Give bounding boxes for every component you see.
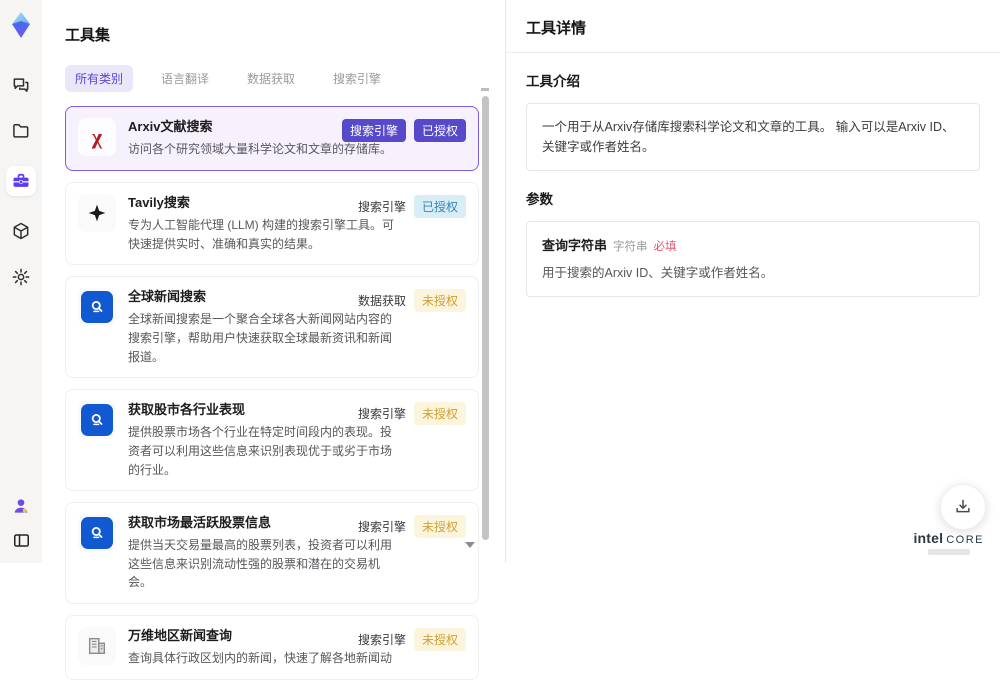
chat-icon[interactable]: [10, 74, 32, 96]
tool-row[interactable]: χ Arxiv文献搜索 访问各个研究领域大量科学论文和文章的存储库。 搜索引擎 …: [65, 106, 479, 171]
intro-heading: 工具介绍: [526, 70, 980, 90]
tool-category-badge: 搜索引擎: [342, 119, 406, 142]
param-required-flag: 必填: [654, 241, 677, 253]
tool-auth-badge: 已授权: [414, 195, 466, 218]
tool-icon: [78, 194, 116, 232]
param-name: 查询字符串: [542, 238, 607, 253]
tool-auth-badge: 已授权: [414, 119, 466, 142]
user-avatar-icon[interactable]: [10, 495, 32, 517]
toolbox-icon[interactable]: [6, 166, 36, 196]
tool-detail-panel: 工具详情 工具介绍 一个用于从Arxiv存储库搜索科学论文和文章的工具。 输入可…: [505, 0, 1000, 563]
tool-auth-badge: 未授权: [414, 515, 466, 538]
tool-category-badge: 搜索引擎: [358, 405, 406, 422]
param-description: 用于搜索的Arxiv ID、关键字或作者姓名。: [542, 264, 964, 283]
scrollbar-thumb[interactable]: [482, 96, 489, 540]
param-card: 查询字符串字符串必填 用于搜索的Arxiv ID、关键字或作者姓名。: [526, 221, 980, 297]
scroll-down-icon[interactable]: [465, 542, 475, 548]
tab-1[interactable]: 语言翻译: [151, 65, 219, 92]
settings-gear-icon[interactable]: [10, 266, 32, 288]
tab-2[interactable]: 数据获取: [237, 65, 305, 92]
tool-icon: χ: [78, 118, 116, 156]
tool-description: 提供当天交易量最高的股票列表，投资者可以利用这些信息来识别流动性强的股票和潜在的…: [128, 536, 400, 592]
tool-row[interactable]: 获取股市各行业表现 提供股票市场各个行业在特定时间段内的表现。投资者可以利用这些…: [65, 389, 479, 491]
sidebar-rail: [0, 0, 42, 563]
brand-intel: intel: [913, 530, 943, 546]
search-app-icon: [81, 404, 113, 436]
tool-auth-badge: 未授权: [414, 402, 466, 425]
tool-description: 专为人工智能代理 (LLM) 构建的搜索引擎工具。可快速提供实时、准确和真实的结…: [128, 216, 400, 253]
tool-category-badge: 搜索引擎: [358, 631, 406, 648]
detail-title: 工具详情: [506, 0, 1000, 53]
search-app-icon: [81, 291, 113, 323]
tool-description: 提供股票市场各个行业在特定时间段内的表现。投资者可以利用这些信息来识别表现优于或…: [128, 423, 400, 479]
param-type: 字符串: [613, 241, 648, 253]
folder-icon[interactable]: [10, 120, 32, 142]
building-icon: [86, 635, 108, 657]
toolset-panel: 工具集 所有类别语言翻译数据获取搜索引擎 χ Arxiv文献搜索 访问各个研究领…: [42, 0, 505, 563]
tool-description: 访问各个研究领域大量科学论文和文章的存储库。: [128, 140, 400, 159]
tool-icon: [78, 514, 116, 552]
tool-icon: [78, 627, 116, 665]
intro-card: 一个用于从Arxiv存储库搜索科学论文和文章的工具。 输入可以是Arxiv ID…: [526, 103, 980, 171]
tool-icon: [78, 288, 116, 326]
tool-row[interactable]: 万维地区新闻查询 查询具体行政区划内的新闻，快速了解各地新闻动 搜索引擎 未授权: [65, 615, 479, 680]
page-title: 工具集: [65, 24, 505, 45]
app-logo-icon[interactable]: [6, 10, 36, 40]
tool-description: 全球新闻搜索是一个聚合全球各大新闻网站内容的搜索引擎，帮助用户快速获取全球最新资…: [128, 310, 400, 366]
tool-category-badge: 数据获取: [358, 292, 406, 309]
tool-row[interactable]: 获取市场最活跃股票信息 提供当天交易量最高的股票列表，投资者可以利用这些信息来识…: [65, 502, 479, 604]
tool-list: χ Arxiv文献搜索 访问各个研究领域大量科学论文和文章的存储库。 搜索引擎 …: [65, 106, 479, 680]
search-app-icon: [81, 517, 113, 549]
tab-3[interactable]: 搜索引擎: [323, 65, 391, 92]
scrollbar-top: [481, 88, 489, 91]
category-tabs: 所有类别语言翻译数据获取搜索引擎: [65, 65, 505, 92]
brand-core: CORE: [946, 534, 984, 546]
tool-row[interactable]: 全球新闻搜索 全球新闻搜索是一个聚合全球各大新闻网站内容的搜索引擎，帮助用户快速…: [65, 276, 479, 378]
tool-category-badge: 搜索引擎: [358, 198, 406, 215]
tavily-star-icon: [87, 203, 107, 223]
package-icon[interactable]: [10, 220, 32, 242]
panel-toggle-icon[interactable]: [10, 529, 32, 551]
download-button[interactable]: [940, 484, 986, 530]
params-heading: 参数: [526, 188, 980, 208]
tool-row[interactable]: Tavily搜索 专为人工智能代理 (LLM) 构建的搜索引擎工具。可快速提供实…: [65, 182, 479, 265]
tab-0[interactable]: 所有类别: [65, 65, 133, 92]
tool-description: 查询具体行政区划内的新闻，快速了解各地新闻动: [128, 649, 400, 668]
brand-subtext: [928, 549, 970, 555]
tool-auth-badge: 未授权: [414, 628, 466, 651]
arxiv-icon: χ: [92, 124, 102, 150]
tool-icon: [78, 401, 116, 439]
intel-core-logo: intel CORE: [913, 530, 984, 555]
tool-category-badge: 搜索引擎: [358, 518, 406, 535]
tool-auth-badge: 未授权: [414, 289, 466, 312]
download-icon: [953, 497, 973, 517]
